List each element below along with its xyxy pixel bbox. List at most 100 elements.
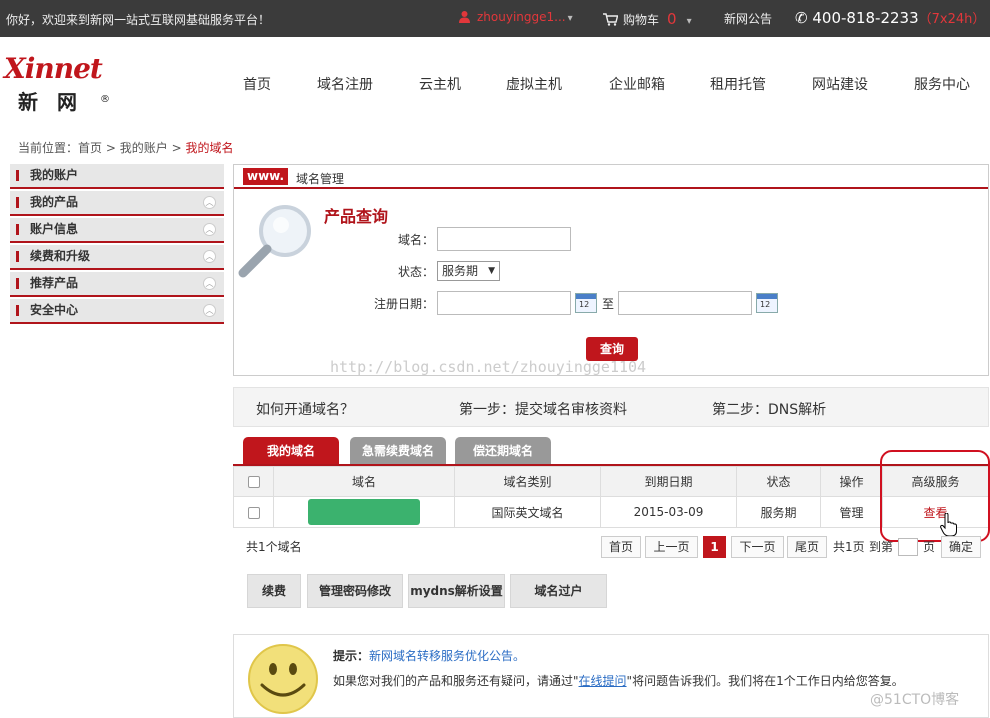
prev-page-button[interactable]: 上一页	[645, 536, 698, 558]
blog-watermark: http://blog.csdn.net/zhouyingge1104	[330, 358, 647, 376]
confirm-button[interactable]: 确定	[941, 536, 981, 558]
mydns-button[interactable]: mydns解析设置	[408, 574, 505, 608]
regdate-end-input[interactable]	[618, 291, 752, 315]
transfer-button[interactable]: 域名过户	[510, 574, 607, 608]
sidebar-item-my-account[interactable]: 我的账户	[10, 164, 224, 189]
tip-line-1: 提示：新网域名转移服务优化公告。	[333, 647, 525, 664]
steps-bar: 如何开通域名？ 第一步：提交域名审核资料 第二步：DNS解析	[233, 387, 989, 427]
calendar-icon[interactable]: 12	[756, 293, 778, 313]
nav-virtual-host[interactable]: 虚拟主机	[506, 74, 562, 94]
row-select-cell	[233, 496, 274, 528]
first-page-button[interactable]: 首页	[601, 536, 641, 558]
sidebar-item-label: 推荐产品	[30, 276, 79, 290]
panel-title: 域名管理	[296, 172, 345, 186]
marker-icon	[16, 170, 19, 181]
col-status: 状态	[736, 466, 821, 497]
password-change-button[interactable]: 管理密码修改	[307, 574, 403, 608]
tip-text-after: "将问题告诉我们。我们将在1个工作日内给您答复。	[626, 674, 904, 688]
chevron-up-icon[interactable]: ︿	[203, 277, 216, 290]
col-expiry: 到期日期	[600, 466, 737, 497]
sidebar-item-renew-upgrade[interactable]: 续费和升级 ︿	[10, 245, 224, 270]
sidebar-item-my-products[interactable]: 我的产品 ︿	[10, 191, 224, 216]
status-cell: 服务期	[736, 496, 821, 528]
breadcrumb-sep: >	[105, 141, 116, 155]
marker-icon	[16, 251, 19, 262]
next-page-button[interactable]: 下一页	[731, 536, 784, 558]
notice-link[interactable]: 新网域名转移服务优化公告。	[369, 649, 525, 663]
domain-query-panel: www. 域名管理 产品查询 域名： 状态： 服务期 ▼ 注册日期： 12 至 1…	[233, 164, 989, 376]
breadcrumb-home[interactable]: 首页	[78, 141, 102, 155]
current-page-button[interactable]: 1	[703, 536, 726, 558]
chevron-up-icon[interactable]: ︿	[203, 223, 216, 236]
last-page-button[interactable]: 尾页	[787, 536, 827, 558]
cart-menu[interactable]: 购物车 0 ▾	[603, 10, 692, 28]
col-operation: 操作	[820, 466, 883, 497]
renew-button[interactable]: 续费	[247, 574, 301, 608]
chevron-up-icon[interactable]: ︿	[203, 250, 216, 263]
news-link[interactable]: 新网公告	[724, 10, 772, 27]
domain-table: 域名 域名类别 到期日期 状态 操作 高级服务 国际英文域名 2015-03-0…	[233, 466, 989, 528]
sidebar-item-label: 续费和升级	[30, 249, 91, 263]
row-checkbox[interactable]	[247, 506, 260, 519]
nav-service-center[interactable]: 服务中心	[914, 74, 970, 94]
nav-enterprise-mail[interactable]: 企业邮箱	[609, 74, 665, 94]
domain-input[interactable]	[437, 227, 571, 251]
step1-text: 第一步：提交域名审核资料	[459, 402, 627, 418]
type-cell: 国际英文域名	[454, 496, 601, 528]
how-to-text: 如何开通域名？	[256, 402, 354, 418]
calendar-icon[interactable]: 12	[575, 293, 597, 313]
nav-hosting[interactable]: 租用托管	[710, 74, 766, 94]
user-menu[interactable]: zhouyingge1... ▾	[458, 10, 573, 24]
total-count: 共1个域名	[246, 540, 302, 554]
page-unit: 页	[923, 540, 936, 554]
xinnet-logo[interactable]: Xinnet 新 网 ®	[4, 52, 116, 114]
sidebar-item-label: 我的账户	[30, 168, 79, 182]
tip-line-2: 如果您对我们的产品和服务还有疑问，请通过"在线提问"将问题告诉我们。我们将在1个…	[333, 672, 904, 689]
panel-header: www. 域名管理	[234, 165, 988, 189]
breadcrumb-account[interactable]: 我的账户	[120, 141, 168, 155]
dropdown-arrow-icon: ▼	[488, 266, 495, 276]
table-header-row: 域名 域名类别 到期日期 状态 操作 高级服务	[233, 466, 989, 497]
nav-home[interactable]: 首页	[243, 74, 271, 94]
select-all-cell	[233, 466, 274, 497]
phone-number: ✆ 400-818-2233（7x24h）	[795, 8, 985, 27]
manage-link[interactable]: 管理	[820, 496, 883, 528]
sidebar-item-account-info[interactable]: 账户信息 ︿	[10, 218, 224, 243]
nav-domain-register[interactable]: 域名注册	[317, 74, 373, 94]
tab-urgent-renew[interactable]: 急需续费域名	[350, 437, 446, 465]
chevron-up-icon[interactable]: ︿	[203, 304, 216, 317]
nav-website-build[interactable]: 网站建设	[812, 74, 868, 94]
status-label: 状态：	[397, 265, 434, 279]
breadcrumb: 当前位置：首页 > 我的账户 > 我的域名	[18, 139, 234, 156]
status-select[interactable]: 服务期 ▼	[437, 261, 500, 281]
tab-my-domains[interactable]: 我的域名	[243, 437, 339, 465]
tab-redemption[interactable]: 偿还期域名	[455, 437, 551, 465]
smiley-icon	[248, 644, 318, 714]
regdate-label: 注册日期：	[373, 297, 434, 311]
sidebar-item-label: 我的产品	[30, 195, 79, 209]
chevron-down-icon: ▾	[686, 16, 692, 27]
redacted-domain[interactable]	[308, 499, 420, 525]
cart-label: 购物车	[623, 13, 660, 27]
regdate-start-input[interactable]	[437, 291, 571, 315]
sidebar-item-security[interactable]: 安全中心 ︿	[10, 299, 224, 324]
online-question-link[interactable]: 在线提问	[579, 674, 627, 688]
tip-text-before: 如果您对我们的产品和服务还有疑问，请通过"	[333, 674, 579, 688]
marker-icon	[16, 278, 19, 289]
goto-page-input[interactable]	[898, 538, 918, 556]
sidebar-item-recommended[interactable]: 推荐产品 ︿	[10, 272, 224, 297]
cart-icon	[603, 13, 618, 26]
magnifier-icon	[238, 205, 311, 278]
hand-cursor-icon	[940, 513, 957, 537]
welcome-text: 你好，欢迎来到新网一站式互联网基础服务平台！	[6, 13, 271, 27]
marker-icon	[16, 224, 19, 235]
top-bar: 你好，欢迎来到新网一站式互联网基础服务平台！ zhouyingge1... ▾ 购…	[0, 0, 990, 37]
registered-icon: ®	[100, 94, 110, 105]
www-badge: www.	[243, 168, 289, 185]
domain-label: 域名：	[397, 233, 434, 247]
page-count: 共1页	[833, 540, 865, 554]
nav-cloud-host[interactable]: 云主机	[419, 74, 461, 94]
select-all-checkbox[interactable]	[247, 476, 260, 488]
chevron-up-icon[interactable]: ︿	[203, 196, 216, 209]
user-icon	[459, 11, 470, 23]
